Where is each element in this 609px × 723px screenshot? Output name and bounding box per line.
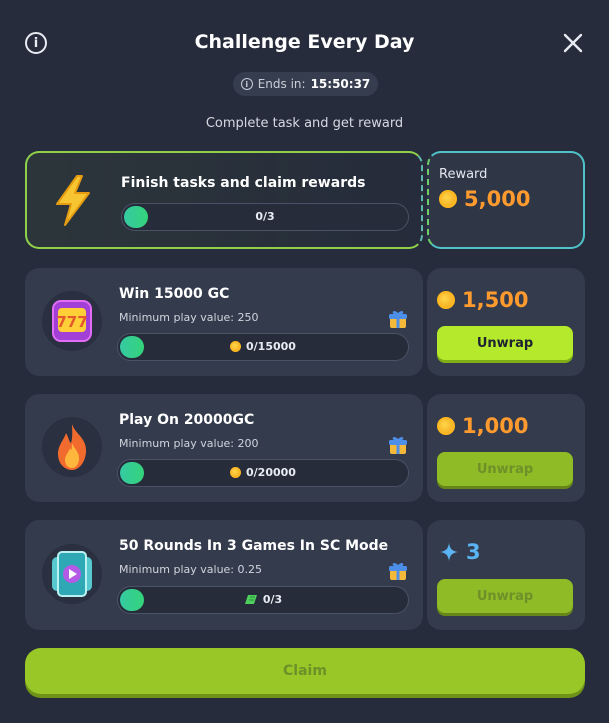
task-progress-text: 0/15000 xyxy=(246,340,296,353)
timer-value: 15:50:37 xyxy=(310,77,371,91)
task-progress-bar: 0/20000 xyxy=(117,459,409,487)
reward-label: Reward xyxy=(439,167,488,182)
task-card-2: Play On 20000GC Minimum play value: 200 … xyxy=(25,394,423,502)
coin-icon xyxy=(230,467,242,478)
claim-button[interactable]: Claim xyxy=(25,648,585,694)
task-progress-bar: 0/3 xyxy=(117,586,409,614)
task-card-3: 50 Rounds In 3 Games In SC Mode Minimum … xyxy=(25,520,423,630)
coin-icon xyxy=(437,417,455,435)
timer-label: Ends in: xyxy=(257,77,306,91)
slot-777-icon: 777 xyxy=(42,291,102,351)
task-min-play: Minimum play value: 0.25 xyxy=(119,563,262,576)
coin-icon xyxy=(230,341,242,352)
ticket-icon xyxy=(244,595,257,604)
task-card-1: 777 Win 15000 GC Minimum play value: 250… xyxy=(25,268,423,376)
task-reward-card-1: 1,500 Unwrap xyxy=(427,268,585,376)
task-progress-text: 0/20000 xyxy=(246,466,296,479)
summary-title: Finish tasks and claim rewards xyxy=(121,175,366,191)
fire-icon xyxy=(42,417,102,477)
task-reward-value: 3 xyxy=(466,540,481,564)
task-progress-text: 0/3 xyxy=(262,593,283,606)
task-min-play: Minimum play value: 200 xyxy=(119,437,259,450)
video-card-icon xyxy=(42,544,102,604)
task-reward-amount: 1,000 xyxy=(437,414,528,438)
gift-icon xyxy=(389,437,407,454)
summary-reward-amount: 5,000 xyxy=(439,187,530,211)
gift-icon xyxy=(389,563,407,580)
unwrap-button[interactable]: Unwrap xyxy=(437,326,573,360)
subtitle: Complete task and get reward xyxy=(205,116,404,131)
summary-reward-card: Reward 5,000 xyxy=(427,151,585,249)
star-icon xyxy=(440,543,458,561)
timer-badge: i Ends in: 15:50:37 xyxy=(233,72,378,96)
task-reward-amount: 3 xyxy=(439,540,481,564)
task-title: Win 15000 GC xyxy=(119,286,230,302)
task-title: Play On 20000GC xyxy=(119,412,255,428)
task-reward-value: 1,500 xyxy=(462,288,529,312)
task-min-play: Minimum play value: 250 xyxy=(119,311,259,324)
lightning-icon xyxy=(56,175,90,226)
task-reward-card-2: 1,000 Unwrap xyxy=(427,394,585,502)
task-title: 50 Rounds In 3 Games In SC Mode xyxy=(119,538,389,554)
gift-icon xyxy=(389,311,407,328)
summary-card: Finish tasks and claim rewards 0/3 xyxy=(25,151,423,249)
unwrap-button[interactable]: Unwrap xyxy=(437,452,573,486)
task-reward-value: 1,000 xyxy=(462,414,529,438)
task-reward-card-3: 3 Unwrap xyxy=(427,520,585,630)
modal-title: Challenge Every Day xyxy=(194,31,415,53)
coin-icon xyxy=(439,190,457,208)
svg-text:777: 777 xyxy=(56,313,87,331)
challenge-modal: i Challenge Every Day i Ends in: 15:50:3… xyxy=(0,0,609,723)
coin-icon xyxy=(437,291,455,309)
unwrap-button[interactable]: Unwrap xyxy=(437,579,573,613)
summary-progress-bar: 0/3 xyxy=(121,203,409,231)
clock-icon: i xyxy=(240,78,253,90)
summary-progress-text: 0/3 xyxy=(255,210,275,223)
task-progress-bar: 0/15000 xyxy=(117,333,409,361)
summary-reward-value: 5,000 xyxy=(464,187,531,211)
close-icon[interactable] xyxy=(562,32,584,54)
task-reward-amount: 1,500 xyxy=(437,288,528,312)
